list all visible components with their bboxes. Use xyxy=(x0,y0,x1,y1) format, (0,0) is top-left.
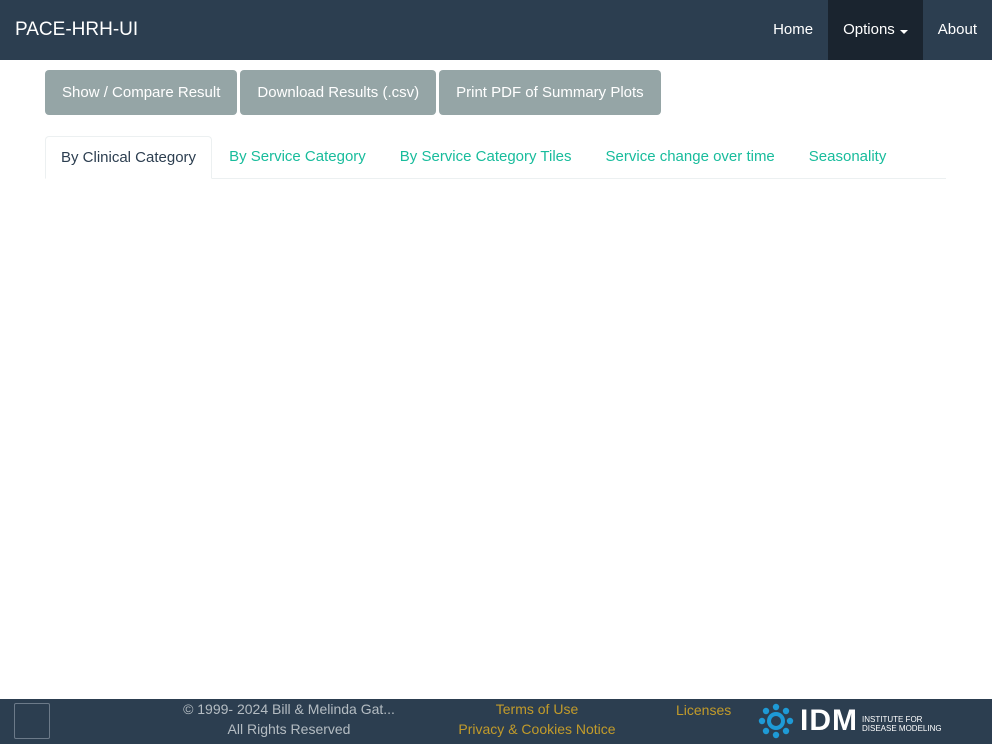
licenses-link[interactable]: Licenses xyxy=(676,700,731,720)
nav-about[interactable]: About xyxy=(923,0,992,60)
tab-by-clinical-category[interactable]: By Clinical Category xyxy=(45,136,213,179)
idm-logo[interactable]: IDM INSTITUTE FOR DISEASE MODELING xyxy=(758,703,942,739)
footer-checkbox[interactable] xyxy=(14,703,50,739)
print-pdf-button[interactable]: Print PDF of Summary Plots xyxy=(439,70,661,115)
download-results-button[interactable]: Download Results (.csv) xyxy=(240,70,437,115)
show-compare-result-button[interactable]: Show / Compare Result xyxy=(45,70,238,115)
main-nav: Home Options About xyxy=(758,0,992,60)
nav-options-dropdown[interactable]: Options xyxy=(828,0,923,60)
nav-options-label: Options xyxy=(843,21,895,38)
brand-title[interactable]: PACE-HRH-UI xyxy=(15,0,138,60)
idm-logo-sub2: DISEASE MODELING xyxy=(862,724,942,733)
idm-logo-text: IDM xyxy=(800,704,858,737)
page-footer: © 1999- 2024 Bill & Melinda Gat... All R… xyxy=(0,699,992,744)
idm-gear-icon xyxy=(758,703,794,739)
idm-logo-sub1: INSTITUTE FOR xyxy=(862,715,923,724)
copyright-line1: © 1999- 2024 Bill & Melinda Gat... xyxy=(183,701,395,717)
top-navbar: PACE-HRH-UI Home Options About xyxy=(0,0,992,60)
tab-by-service-category[interactable]: By Service Category xyxy=(212,136,383,178)
tab-service-change-over-time[interactable]: Service change over time xyxy=(589,136,792,178)
terms-of-use-link[interactable]: Terms of Use xyxy=(446,699,628,719)
action-buttons: Show / Compare Result Download Results (… xyxy=(45,70,661,115)
privacy-notice-link[interactable]: Privacy & Cookies Notice xyxy=(446,719,628,739)
idm-logo-subtitle: INSTITUTE FOR DISEASE MODELING xyxy=(862,715,942,733)
copyright-line2: All Rights Reserved xyxy=(227,721,351,737)
footer-legal-links: Terms of Use Privacy & Cookies Notice xyxy=(446,699,628,739)
copyright: © 1999- 2024 Bill & Melinda Gat... All R… xyxy=(170,699,408,739)
tab-seasonality[interactable]: Seasonality xyxy=(792,136,904,178)
tab-by-service-category-tiles[interactable]: By Service Category Tiles xyxy=(383,136,589,178)
nav-home[interactable]: Home xyxy=(758,0,828,60)
caret-down-icon xyxy=(899,29,908,34)
result-tabs: By Clinical Category By Service Category… xyxy=(45,136,946,179)
